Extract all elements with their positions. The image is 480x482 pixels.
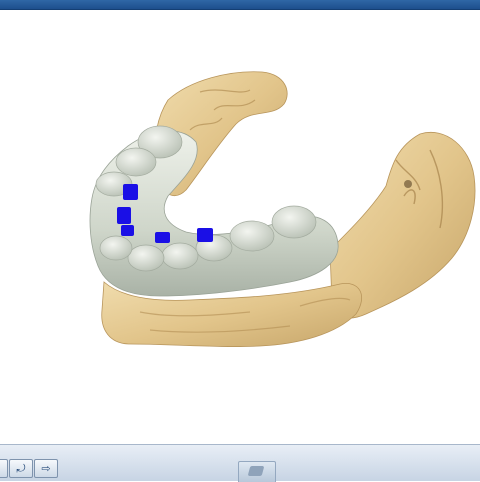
show-desktop-icon[interactable] xyxy=(0,459,8,478)
implant-marker xyxy=(121,225,134,236)
folder-arrow-icon[interactable]: ⇨ xyxy=(34,459,58,478)
dental-cad-window-icon[interactable] xyxy=(238,461,276,482)
implant-marker xyxy=(197,228,213,242)
implant-marker xyxy=(123,184,138,200)
implant-marker xyxy=(117,207,131,224)
quick-launch-bar: ⤾ ⇨ xyxy=(0,459,58,479)
jaw-model-render[interactable] xyxy=(0,10,480,444)
implant-marker xyxy=(155,232,170,243)
window-title-bar[interactable] xyxy=(0,0,480,10)
taskbar: ⤾ ⇨ xyxy=(0,444,480,482)
switch-windows-icon[interactable]: ⤾ xyxy=(9,459,33,478)
3d-viewport[interactable] xyxy=(0,10,480,444)
